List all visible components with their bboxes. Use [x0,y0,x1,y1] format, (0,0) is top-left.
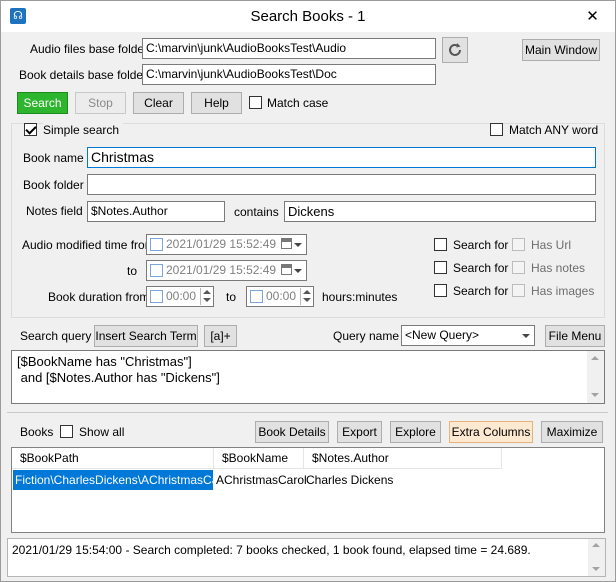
book-folder-input[interactable] [87,174,596,195]
search-books-window: ☊ Search Books - 1 ✕ Audio files base fo… [0,0,616,582]
duration-from-spinner[interactable] [200,288,212,305]
explore-button[interactable]: Explore [390,421,441,443]
duration-to-picker[interactable]: 00:00 [246,286,314,307]
splitter[interactable] [7,412,608,413]
has-images-checkbox[interactable] [512,284,525,297]
search-query-text[interactable]: [$BookName has "Christmas"] and [$Notes.… [11,350,605,404]
books-grid: $BookPath $BookName $Notes.Author Fictio… [11,447,605,533]
search-for-notes-label: Search for [453,261,509,275]
book-folder-label: Book folder [23,178,84,192]
notes-field-label: Notes field [26,204,83,218]
add-term-button[interactable]: [a]+ [204,325,237,347]
duration-from-picker[interactable]: 00:00 [146,286,214,307]
table-cell-bookpath[interactable]: Fiction\CharlesDickens\AChristmasCarol [13,470,232,490]
scroll-up-icon[interactable] [592,543,600,547]
extra-columns-button[interactable]: Extra Columns [449,421,533,443]
duration-from-checkbox[interactable] [150,290,163,303]
show-all-checkbox[interactable] [60,425,73,438]
has-url-label: Has Url [531,238,572,252]
has-notes-label: Has notes [531,261,586,275]
query-name-value: <New Query> [405,328,480,342]
search-for-images-checkbox[interactable] [434,284,447,297]
status-text: 2021/01/29 15:54:00 - Search completed: … [12,543,531,557]
scroll-down-icon[interactable] [591,393,599,397]
duration-from-value: 00:00 [166,289,197,303]
to-date-value: 2021/01/29 15:52:49 [166,263,277,277]
query-name-label: Query name [333,329,400,343]
duration-label: Book duration from [48,290,150,304]
simple-search-label: Simple search [43,122,124,138]
has-images-label: Has images [531,284,595,298]
duration-to-label: to [226,290,237,304]
calendar-icon [281,238,292,249]
clear-button[interactable]: Clear [133,92,184,114]
audio-modified-label: Audio modified time from [22,238,155,252]
search-for-images-label: Search for [453,284,509,298]
scroll-up-icon[interactable] [591,356,599,360]
details-folder-label: Book details base folder [19,68,148,82]
from-date-value: 2021/01/29 15:52:49 [166,237,277,251]
to-date-picker[interactable]: 2021/01/29 15:52:49 [146,260,307,281]
match-case-label: Match case [267,96,329,110]
search-for-url-checkbox[interactable] [434,238,447,251]
main-window-button[interactable]: Main Window [522,39,600,61]
show-all-label: Show all [79,425,125,439]
contains-label: contains [234,205,279,219]
file-menu-button[interactable]: File Menu [545,325,605,347]
search-for-notes-checkbox[interactable] [434,261,447,274]
stop-button[interactable]: Stop [75,92,126,114]
notes-field-input[interactable]: $Notes.Author [87,201,225,222]
book-name-label: Book name [23,151,84,165]
from-date-picker[interactable]: 2021/01/29 15:52:49 [146,234,307,255]
chevron-down-icon [294,269,302,273]
maximize-button[interactable]: Maximize [541,421,603,443]
to-label: to [127,264,138,278]
status-scrollbar[interactable] [588,539,605,576]
search-button[interactable]: Search [17,92,68,114]
status-log: 2021/01/29 15:54:00 - Search completed: … [7,538,606,577]
hours-minutes-label: hours:minutes [322,290,398,304]
duration-to-value: 00:00 [266,289,297,303]
refresh-button[interactable] [442,37,468,63]
has-notes-checkbox[interactable] [512,261,525,274]
contains-input[interactable]: Dickens [284,201,596,222]
match-any-word-label: Match ANY word [509,123,599,137]
column-header-bookname[interactable]: $BookName [214,448,304,469]
book-details-button[interactable]: Book Details [255,421,329,443]
audio-folder-field[interactable]: C:\marvin\junk\AudioBooksTest\Audio [142,38,436,59]
table-cell-bookname[interactable]: AChristmasCarol [214,470,307,490]
has-url-checkbox[interactable] [512,238,525,251]
duration-to-spinner[interactable] [300,288,312,305]
books-label: Books [20,425,54,439]
query-scrollbar[interactable] [587,351,604,403]
scroll-down-icon[interactable] [592,567,600,571]
chevron-down-icon [522,334,530,338]
window-title: Search Books - 1 [250,8,366,25]
close-button[interactable]: ✕ [570,1,615,32]
query-name-select[interactable]: <New Query> [401,325,535,346]
export-button[interactable]: Export [337,421,382,443]
title-bar: ☊ Search Books - 1 ✕ [1,1,615,32]
to-date-checkbox[interactable] [150,264,163,277]
help-button[interactable]: Help [191,92,242,114]
from-date-checkbox[interactable] [150,238,163,251]
chevron-down-icon [294,243,302,247]
calendar-icon [281,264,292,275]
audio-folder-label: Audio files base folder [30,42,149,56]
table-cell-notes-author[interactable]: Charles Dickens [304,470,502,490]
book-name-input[interactable]: Christmas [87,147,596,168]
duration-to-checkbox[interactable] [250,290,263,303]
simple-search-checkbox[interactable] [24,123,37,136]
search-query-label: Search query [20,329,92,343]
match-any-word-checkbox[interactable] [490,123,503,136]
column-header-notes-author[interactable]: $Notes.Author [304,448,502,469]
column-header-bookpath[interactable]: $BookPath [12,448,214,469]
search-for-url-label: Search for [453,238,509,252]
insert-search-term-button[interactable]: Insert Search Term [94,325,198,347]
match-case-checkbox[interactable] [249,96,262,109]
details-folder-field[interactable]: C:\marvin\junk\AudioBooksTest\Doc [142,64,436,85]
refresh-icon [449,43,461,56]
